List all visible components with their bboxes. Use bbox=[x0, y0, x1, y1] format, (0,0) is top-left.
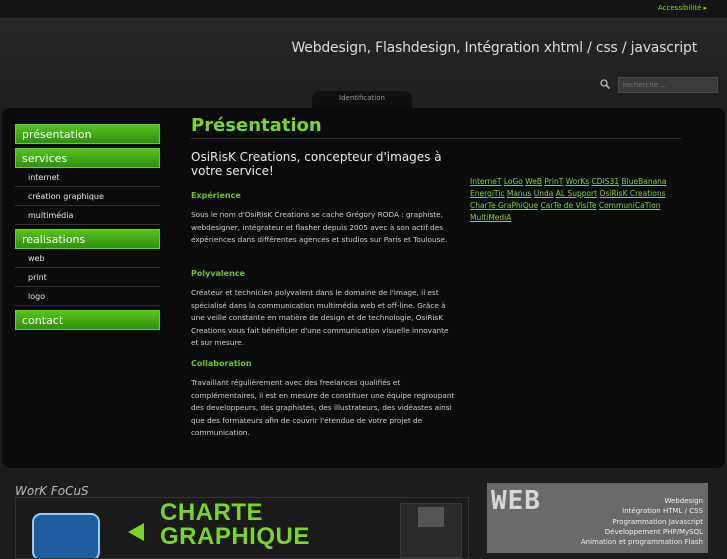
banner-text: CHARTE GRAPHIQUE bbox=[160, 501, 310, 549]
nav-realisations[interactable]: realisations bbox=[15, 229, 160, 249]
arrow-left-icon[interactable] bbox=[128, 523, 144, 541]
page-subtitle: OsiRisK Creations, concepteur d'images à… bbox=[191, 150, 442, 178]
skill-item: Développement PHP/MySQL bbox=[604, 527, 703, 536]
tag-link[interactable]: CarTe de VisiTe bbox=[541, 201, 597, 210]
nav-services[interactable]: services bbox=[15, 148, 160, 168]
nav-sub-web[interactable]: web bbox=[15, 249, 160, 268]
search-icon[interactable] bbox=[600, 79, 610, 89]
web-logo: WEB bbox=[491, 486, 541, 516]
skills-list: Webdesign Intégration HTML / CSS Program… bbox=[581, 496, 703, 547]
tag-link[interactable]: MultiMediA bbox=[470, 213, 511, 222]
section-heading: Collaboration bbox=[191, 359, 252, 368]
tag-link[interactable]: CharTe GraPhiQue bbox=[470, 201, 538, 210]
realisations-submenu: web print logo bbox=[15, 249, 160, 306]
section-body: Travaillant régulièrement avec des freel… bbox=[191, 378, 455, 437]
search-input[interactable] bbox=[618, 77, 718, 93]
identification-tab[interactable]: Identification bbox=[312, 91, 412, 108]
section-heading: Expérience bbox=[191, 191, 241, 200]
page-title: Présentation bbox=[191, 115, 322, 136]
tag-link[interactable]: LoGo bbox=[504, 177, 523, 186]
tag-cloud: InterneT LoGo WeB PrinT WorKs CDIS31 Blu… bbox=[470, 176, 680, 224]
skill-item: Intégration HTML / CSS bbox=[622, 507, 703, 516]
section-body: Sous le nom d'OsiRisK Creations se cache… bbox=[191, 210, 448, 244]
nav-presentation[interactable]: présentation bbox=[15, 124, 160, 144]
skill-item: Programmation Javascript bbox=[612, 517, 703, 526]
tag-link[interactable]: CDIS31 bbox=[592, 177, 620, 186]
tag-link[interactable]: InterneT bbox=[470, 177, 501, 186]
work-focus-title: WorK FoCuS bbox=[15, 484, 89, 498]
services-submenu: internet création graphique multimédia bbox=[15, 168, 160, 225]
accessibility-link[interactable]: Accessibilité ▸ bbox=[658, 4, 707, 12]
nav-contact[interactable]: contact bbox=[15, 310, 160, 330]
tag-link[interactable]: Unda bbox=[534, 189, 554, 198]
tag-link[interactable]: PrinT bbox=[544, 177, 563, 186]
section-heading: Polyvalence bbox=[191, 269, 245, 278]
nav-sub-print[interactable]: print bbox=[15, 268, 160, 287]
sidebar-nav: présentation services internet création … bbox=[15, 124, 160, 334]
site-tagline: Webdesign, Flashdesign, Intégration xhtm… bbox=[291, 40, 697, 56]
top-bar bbox=[0, 0, 727, 19]
nav-sub-logo[interactable]: logo bbox=[15, 287, 160, 306]
section-body: Créateur et technicien polyvalent dans l… bbox=[191, 288, 449, 347]
nav-sub-internet[interactable]: internet bbox=[15, 168, 160, 187]
nav-sub-creation-graphique[interactable]: création graphique bbox=[15, 187, 160, 206]
skill-item: Animation et programmation Flash bbox=[580, 538, 703, 547]
skill-item: Webdesign bbox=[664, 497, 703, 505]
tag-link[interactable]: CommuniCaTion bbox=[599, 201, 661, 210]
tag-link[interactable]: BlueBanana bbox=[621, 177, 666, 186]
tag-link[interactable]: OsiRisK Creations bbox=[599, 189, 665, 198]
nav-sub-multimedia[interactable]: multimédia bbox=[15, 206, 160, 225]
tag-link[interactable]: Manus bbox=[507, 189, 531, 198]
al-support-logo-icon bbox=[32, 513, 100, 558]
tag-link[interactable]: WeB bbox=[525, 177, 542, 186]
tag-link[interactable]: EnergiTic bbox=[470, 189, 504, 198]
tag-link[interactable]: WorKs bbox=[566, 177, 589, 186]
banner-line: CHARTE bbox=[160, 499, 263, 526]
brochure-thumbnail-icon bbox=[400, 503, 462, 558]
tag-link[interactable]: AL Support bbox=[556, 189, 597, 198]
title-divider bbox=[191, 138, 681, 139]
banner-line: GRAPHIQUE bbox=[160, 523, 310, 550]
